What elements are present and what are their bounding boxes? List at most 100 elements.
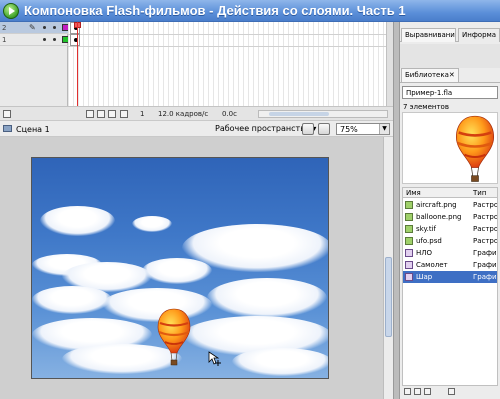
zoom-select[interactable]: 75% ▼ <box>336 123 390 135</box>
cloud <box>32 286 112 314</box>
bitmap-icon <box>405 225 413 233</box>
balloon-image[interactable] <box>157 308 191 368</box>
cloud <box>142 258 212 284</box>
item-name: ufo.psd <box>416 237 442 245</box>
panel-tabs: Выравнивание Информа <box>400 28 500 42</box>
item-name: Шар <box>416 273 433 281</box>
panel-empty-area <box>400 44 500 68</box>
bitmap-icon <box>405 201 413 209</box>
item-name: Самолет <box>416 261 448 269</box>
flash-logo-icon <box>3 3 19 19</box>
new-folder-icon[interactable] <box>414 388 421 395</box>
graphic-symbol-icon <box>405 249 413 257</box>
cloud <box>232 348 328 376</box>
bitmap-icon <box>405 213 413 221</box>
properties-icon[interactable] <box>424 388 431 395</box>
close-icon[interactable]: ✕ <box>449 71 455 79</box>
library-column-header: Имя Тип <box>402 187 498 198</box>
scroll-thumb[interactable] <box>385 257 392 337</box>
item-type: Растров <box>473 225 498 233</box>
tab-label: Информа <box>462 31 497 39</box>
layer-row-1[interactable]: 1 <box>0 34 69 46</box>
balloon-preview-image <box>455 115 495 182</box>
tab-label: Выравнивание <box>405 31 456 39</box>
onion-skin-icon[interactable] <box>97 110 105 118</box>
list-item[interactable]: balloone.png Растров <box>403 211 497 223</box>
item-type: Растров <box>473 201 498 209</box>
list-item-selected[interactable]: Шар Графика <box>403 271 497 283</box>
column-type[interactable]: Тип <box>473 189 486 197</box>
stage-area[interactable] <box>0 137 383 399</box>
item-type: Графика <box>473 273 497 281</box>
timeline-status-bar: 1 12.0 кадров/с 0.0с <box>0 106 393 120</box>
divider <box>400 82 500 83</box>
library-preview <box>402 112 498 184</box>
item-type: Растров <box>473 237 498 245</box>
column-name[interactable]: Имя <box>406 189 421 197</box>
bitmap-icon <box>405 237 413 245</box>
edit-scene-icon[interactable] <box>302 123 314 135</box>
panel-divider[interactable] <box>393 22 400 399</box>
current-frame: 1 <box>140 110 145 118</box>
visibility-dot-icon[interactable] <box>43 38 46 41</box>
move-cursor-icon <box>208 351 221 366</box>
chevron-down-icon[interactable]: ▼ <box>379 124 389 134</box>
timeline-panel: 2 ✎ 1 1 12.0 кадров/с 0.0с <box>0 22 393 120</box>
frame-row-divider <box>68 46 386 47</box>
tab-info[interactable]: Информа <box>458 28 500 42</box>
onion-outline-icon[interactable] <box>108 110 116 118</box>
item-type: Графика <box>473 249 497 257</box>
window-title: Компоновка Flash-фильмов - Действия со с… <box>24 3 406 18</box>
frame-rate: 12.0 кадров/с <box>158 110 209 118</box>
visibility-dot-icon[interactable] <box>43 26 46 29</box>
edit-multiple-frames-icon[interactable] <box>120 110 128 118</box>
scene-icon <box>3 125 12 132</box>
workspace-menu[interactable]: Рабочее пространство ▾ <box>212 123 316 135</box>
cloud <box>40 206 115 236</box>
pencil-icon: ✎ <box>29 23 36 32</box>
list-item[interactable]: sky.tif Растров <box>403 223 498 235</box>
tab-align[interactable]: Выравнивание <box>401 28 456 42</box>
right-panel-dock: Выравнивание Информа Библиотека✕ Пример-… <box>400 22 500 399</box>
library-footer <box>402 386 498 398</box>
center-frame-icon[interactable] <box>86 110 94 118</box>
lock-dot-icon[interactable] <box>53 26 56 29</box>
tab-library[interactable]: Библиотека✕ <box>401 68 459 82</box>
layer-number: 2 <box>2 24 7 32</box>
cloud <box>132 216 172 232</box>
title-bar: Компоновка Flash-фильмов - Действия со с… <box>0 0 500 22</box>
list-item[interactable]: Самолет Графика <box>403 259 497 271</box>
item-name: aircraft.png <box>416 201 457 209</box>
scene-name[interactable]: Сцена 1 <box>16 125 50 134</box>
edit-bar: Сцена 1 Рабочее пространство ▾ 75% ▼ <box>0 120 393 137</box>
timeline-vertical-scrollbar[interactable] <box>386 22 393 106</box>
trash-icon[interactable] <box>448 388 455 395</box>
list-item[interactable]: ufo.psd Растров <box>403 235 498 247</box>
item-type: Графика <box>473 261 497 269</box>
tab-label: Библиотека <box>405 71 449 79</box>
item-name: sky.tif <box>416 225 436 233</box>
frame-row-divider <box>68 34 386 35</box>
library-file-select[interactable]: Пример-1.fla <box>402 86 498 99</box>
item-name: balloone.png <box>416 213 462 221</box>
graphic-symbol-icon <box>405 273 413 281</box>
layer-row-2[interactable]: 2 ✎ <box>0 22 69 34</box>
frame-grid[interactable] <box>68 22 386 106</box>
graphic-symbol-icon <box>405 261 413 269</box>
scroll-thumb[interactable] <box>269 112 329 116</box>
lock-dot-icon[interactable] <box>53 38 56 41</box>
stage-vertical-scrollbar[interactable] <box>383 137 393 399</box>
zoom-value: 75% <box>340 125 358 134</box>
list-item[interactable]: НЛО Графика <box>403 247 497 259</box>
timeline-horizontal-scrollbar[interactable] <box>258 110 388 118</box>
new-symbol-icon[interactable] <box>404 388 411 395</box>
cloud <box>207 278 327 318</box>
library-list: aircraft.png Растров balloone.png Растро… <box>402 198 498 386</box>
elapsed-time: 0.0с <box>222 110 237 118</box>
edit-symbols-icon[interactable] <box>318 123 330 135</box>
layer-number: 1 <box>2 36 7 44</box>
library-item-count: 7 элементов <box>403 103 449 111</box>
trash-icon[interactable] <box>3 110 11 118</box>
list-item[interactable]: aircraft.png Растров <box>403 199 498 211</box>
stage-canvas[interactable] <box>31 157 329 379</box>
